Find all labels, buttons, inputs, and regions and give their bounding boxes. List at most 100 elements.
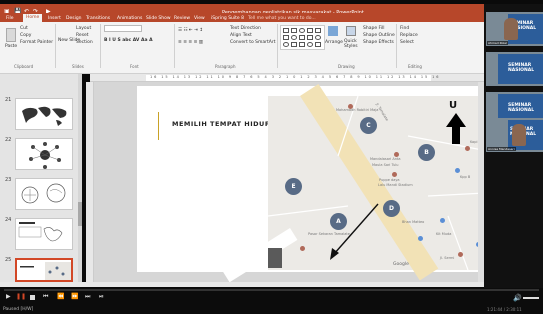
- list-buttons[interactable]: ☰ ☷ ⇤ ⇥ ↕: [178, 28, 203, 33]
- banner-text: SEMINAR NASIONAL: [508, 103, 535, 113]
- tab-transitions[interactable]: Transitions: [86, 16, 110, 21]
- slide-thumbnail-25-active[interactable]: [15, 258, 73, 282]
- pause-icon[interactable]: ❚❚: [16, 294, 26, 300]
- tab-file[interactable]: File: [6, 16, 14, 21]
- tab-ispring[interactable]: iSpring Suite 8: [211, 16, 244, 21]
- arrange-button[interactable]: Arrange: [325, 40, 343, 45]
- shape-outline-button[interactable]: Shape Outline: [363, 33, 395, 38]
- tell-me-box[interactable]: Tell me what you want to do...: [248, 16, 316, 21]
- find-button[interactable]: Find: [400, 26, 409, 31]
- group-divider: [174, 24, 175, 68]
- section-button[interactable]: Section: [76, 40, 93, 45]
- screen: ▣ 💾 ↶ ↷ ▶ Pengembangan geolistrikan sik …: [0, 0, 543, 314]
- thumbnail-number: 22: [5, 137, 12, 143]
- group-divider: [100, 24, 101, 68]
- north-label: U: [449, 100, 458, 111]
- thumbnail-number: 23: [5, 177, 12, 183]
- horizontal-ruler: 16 15 14 13 12 11 10 9 8 7 6 5 4 3 2 1 0…: [90, 74, 484, 82]
- tab-animations[interactable]: Animations: [117, 16, 142, 21]
- tab-insert[interactable]: Insert: [48, 16, 61, 21]
- shapes-gallery[interactable]: [280, 25, 325, 50]
- map-point-e[interactable]: E: [285, 178, 302, 195]
- paste-button[interactable]: Paste: [5, 44, 17, 49]
- arrange-icon[interactable]: [328, 26, 338, 36]
- map-point-a[interactable]: A: [330, 213, 347, 230]
- north-arrow-icon: [446, 113, 466, 127]
- paste-icon[interactable]: [6, 28, 16, 42]
- layout-button[interactable]: Layout: [76, 26, 91, 31]
- play-icon[interactable]: ▶: [6, 294, 11, 300]
- volume-slider[interactable]: [523, 297, 539, 299]
- sketch-thumbnail: [21, 183, 66, 204]
- quick-styles-icon[interactable]: [346, 26, 356, 36]
- slide-thumbnail-22[interactable]: [15, 138, 73, 170]
- participant-tile[interactable]: SEMINAR NASIONAL Ahmad Rizal: [486, 12, 543, 46]
- shape-effects-button[interactable]: Shape Effects: [363, 40, 394, 45]
- frame-step-icon[interactable]: ⏯: [99, 294, 104, 300]
- participant-video: [504, 18, 518, 40]
- group-divider: [277, 24, 278, 68]
- thumbnail-number: 25: [5, 257, 12, 263]
- map-pin: [440, 218, 445, 223]
- tab-home[interactable]: Home: [23, 14, 43, 22]
- ruler-numbers: 16 15 14 13 12 11 10 9 8 7 6 5 4 3 2 1 0…: [150, 75, 441, 79]
- participant-name: Ahmad Rizal: [487, 41, 508, 45]
- slides-group-label: Slides: [72, 64, 84, 69]
- clipboard-group-label: Clipboard: [14, 64, 34, 69]
- participant-tile[interactable]: SEMINAR NASIONAL Annisa Mandasari: [486, 118, 543, 152]
- north-arrow-shaft: [452, 126, 460, 144]
- select-button[interactable]: Select: [400, 40, 414, 45]
- map-point-d[interactable]: D: [383, 200, 400, 217]
- google-credit: Google: [393, 262, 409, 267]
- map-label: Maula Sari Tulu: [372, 163, 399, 167]
- tab-view[interactable]: View: [194, 16, 205, 21]
- playback-time: 1:21:44 / 2:30:11: [487, 307, 522, 312]
- slide-thumbnail-24[interactable]: [15, 218, 73, 250]
- group-divider: [55, 24, 56, 68]
- tab-slide-show[interactable]: Slide Show: [146, 16, 171, 21]
- map-label: Puppe daya: [379, 178, 400, 182]
- font-format-buttons[interactable]: B I U S abc AV Aa A: [104, 38, 153, 43]
- map-point-c[interactable]: C: [360, 117, 377, 134]
- seek-bar[interactable]: [4, 289, 539, 291]
- video-player-controls: [0, 288, 543, 314]
- map-label: Pasar Sekaran Tamalate: [308, 232, 350, 236]
- copy-button[interactable]: Copy: [20, 33, 31, 38]
- fast-forward-icon[interactable]: ⏩: [71, 294, 78, 300]
- map-pin: [465, 146, 470, 151]
- shape-fill-button[interactable]: Shape Fill: [363, 26, 385, 31]
- tab-design[interactable]: Design: [66, 16, 82, 21]
- map-pin: [458, 252, 463, 257]
- participant-tile[interactable]: SEMINAR NASIONAL: [486, 52, 543, 86]
- title-bar: ▣ 💾 ↶ ↷ ▶ Pengembangan geolistrikan sik …: [0, 4, 484, 16]
- thumbnail-scroll-thumb[interactable]: [78, 202, 82, 226]
- banner-text: SEMINAR NASIONAL: [508, 63, 535, 73]
- replace-button[interactable]: Replace: [400, 33, 418, 38]
- font-name-box[interactable]: [104, 25, 142, 32]
- format-painter-button[interactable]: Format Painter: [20, 40, 53, 45]
- text-direction-button[interactable]: Text Direction: [230, 26, 261, 31]
- map-label: Kopi: [470, 140, 478, 144]
- slide-thumbnail-21[interactable]: [15, 98, 73, 130]
- map-point-b[interactable]: B: [418, 144, 435, 161]
- align-buttons[interactable]: ≡ ≡ ≡ ≡ ▥: [178, 40, 203, 45]
- map-label: Kit Muda: [436, 232, 452, 236]
- slide-title[interactable]: MEMILIH TEMPAT HIDUP: [172, 120, 270, 128]
- slide-thumbnail-23[interactable]: [15, 178, 73, 210]
- previous-chapter-icon[interactable]: ⏮: [43, 294, 48, 300]
- quick-styles-button[interactable]: Quick Styles: [344, 39, 360, 50]
- map-label: Mandalasari Anta: [370, 157, 401, 161]
- reset-button[interactable]: Reset: [76, 33, 89, 38]
- map-pin: [300, 246, 305, 251]
- thumbnail-scrollbar[interactable]: [78, 74, 82, 282]
- tab-review[interactable]: Review: [174, 16, 190, 21]
- paragraph-group-label: Paragraph: [215, 64, 236, 69]
- convert-smartart-button[interactable]: Convert to SmartArt: [230, 40, 275, 45]
- next-chapter-icon[interactable]: ⏭: [85, 294, 90, 300]
- cut-button[interactable]: Cut: [20, 26, 28, 31]
- volume-icon[interactable]: 🔊: [513, 294, 522, 302]
- rewind-icon[interactable]: ⏪: [57, 294, 64, 300]
- align-text-button[interactable]: Align Text: [230, 33, 252, 38]
- map-label: Jl. Sermi: [440, 256, 455, 260]
- stop-icon[interactable]: [30, 295, 35, 300]
